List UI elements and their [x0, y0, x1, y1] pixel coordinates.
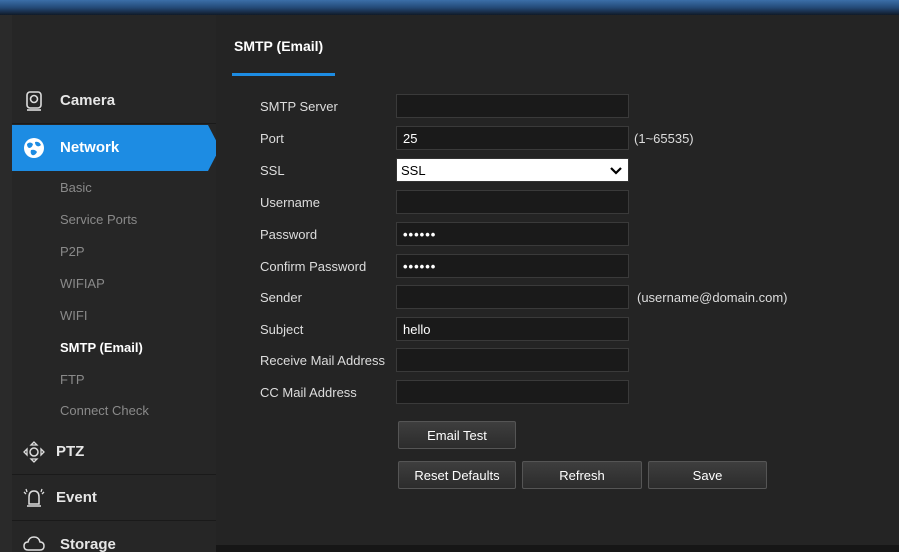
sidebar-item-label: Storage	[60, 535, 116, 552]
sidebar-subitem-wifiap[interactable]: WIFIAP	[60, 276, 105, 291]
frame-edge	[0, 15, 12, 552]
ptz-icon	[20, 438, 48, 466]
chevron-down-icon	[610, 163, 622, 178]
password-input[interactable]: ••••••	[396, 222, 629, 246]
email-test-button[interactable]: Email Test	[398, 421, 516, 449]
alarm-icon	[20, 484, 48, 512]
subject-label: Subject	[260, 322, 304, 337]
receive-mail-label: Receive Mail Address	[260, 353, 385, 368]
reset-defaults-button[interactable]: Reset Defaults	[398, 461, 516, 489]
sidebar-subitem-connect-check[interactable]: Connect Check	[60, 403, 149, 418]
smtp-server-input[interactable]	[396, 94, 629, 118]
sidebar: Camera Network Basic Service Ports P2P W…	[12, 15, 216, 552]
sender-label: Sender	[260, 290, 302, 305]
confirm-password-label: Confirm Password	[260, 259, 367, 274]
cc-mail-label: CC Mail Address	[260, 385, 357, 400]
sidebar-item-label: Camera	[60, 92, 116, 109]
cloud-icon	[20, 530, 48, 552]
password-label: Password	[260, 227, 318, 242]
sidebar-item-storage[interactable]: Storage	[12, 521, 216, 552]
username-label: Username	[260, 195, 320, 210]
port-input[interactable]: 25	[396, 126, 629, 150]
camera-icon	[20, 87, 48, 115]
refresh-button[interactable]: Refresh	[522, 461, 642, 489]
sidebar-subitem-basic[interactable]: Basic	[60, 180, 92, 195]
bottom-strip	[216, 545, 899, 552]
receive-mail-input[interactable]	[396, 348, 629, 372]
sidebar-item-label: PTZ	[56, 443, 85, 460]
ssl-select[interactable]: SSL	[396, 158, 629, 182]
sidebar-subitem-smtp[interactable]: SMTP (Email)	[60, 340, 143, 355]
sidebar-subitem-service-ports[interactable]: Service Ports	[60, 212, 137, 227]
tab-underline	[232, 73, 335, 76]
username-input[interactable]	[396, 190, 629, 214]
port-hint: (1~65535)	[634, 131, 694, 146]
ssl-label: SSL	[260, 163, 285, 178]
sidebar-subitem-p2p[interactable]: P2P	[60, 244, 85, 259]
globe-icon	[20, 134, 48, 162]
sidebar-item-camera[interactable]: Camera	[12, 78, 216, 124]
sidebar-item-ptz[interactable]: PTZ	[12, 429, 216, 475]
sidebar-item-event[interactable]: Event	[12, 475, 216, 521]
title-bar	[0, 0, 899, 15]
sidebar-item-label: Network	[60, 139, 120, 156]
smtp-server-label: SMTP Server	[260, 99, 338, 114]
sender-hint: (username@domain.com)	[637, 290, 788, 305]
port-label: Port	[260, 131, 284, 146]
sidebar-item-network[interactable]: Network	[12, 125, 216, 171]
confirm-password-input[interactable]: ••••••	[396, 254, 629, 278]
sender-input[interactable]	[396, 285, 629, 309]
sidebar-subitem-ftp[interactable]: FTP	[60, 372, 85, 387]
subject-input[interactable]: hello	[396, 317, 629, 341]
cc-mail-input[interactable]	[396, 380, 629, 404]
main-panel: SMTP (Email) SMTP Server Port 25 (1~6553…	[216, 15, 899, 545]
tab-smtp-email[interactable]: SMTP (Email)	[234, 38, 323, 54]
ssl-selected-value: SSL	[401, 162, 426, 178]
sidebar-subitem-wifi[interactable]: WIFI	[60, 308, 87, 323]
save-button[interactable]: Save	[648, 461, 767, 489]
sidebar-item-label: Event	[56, 489, 97, 506]
